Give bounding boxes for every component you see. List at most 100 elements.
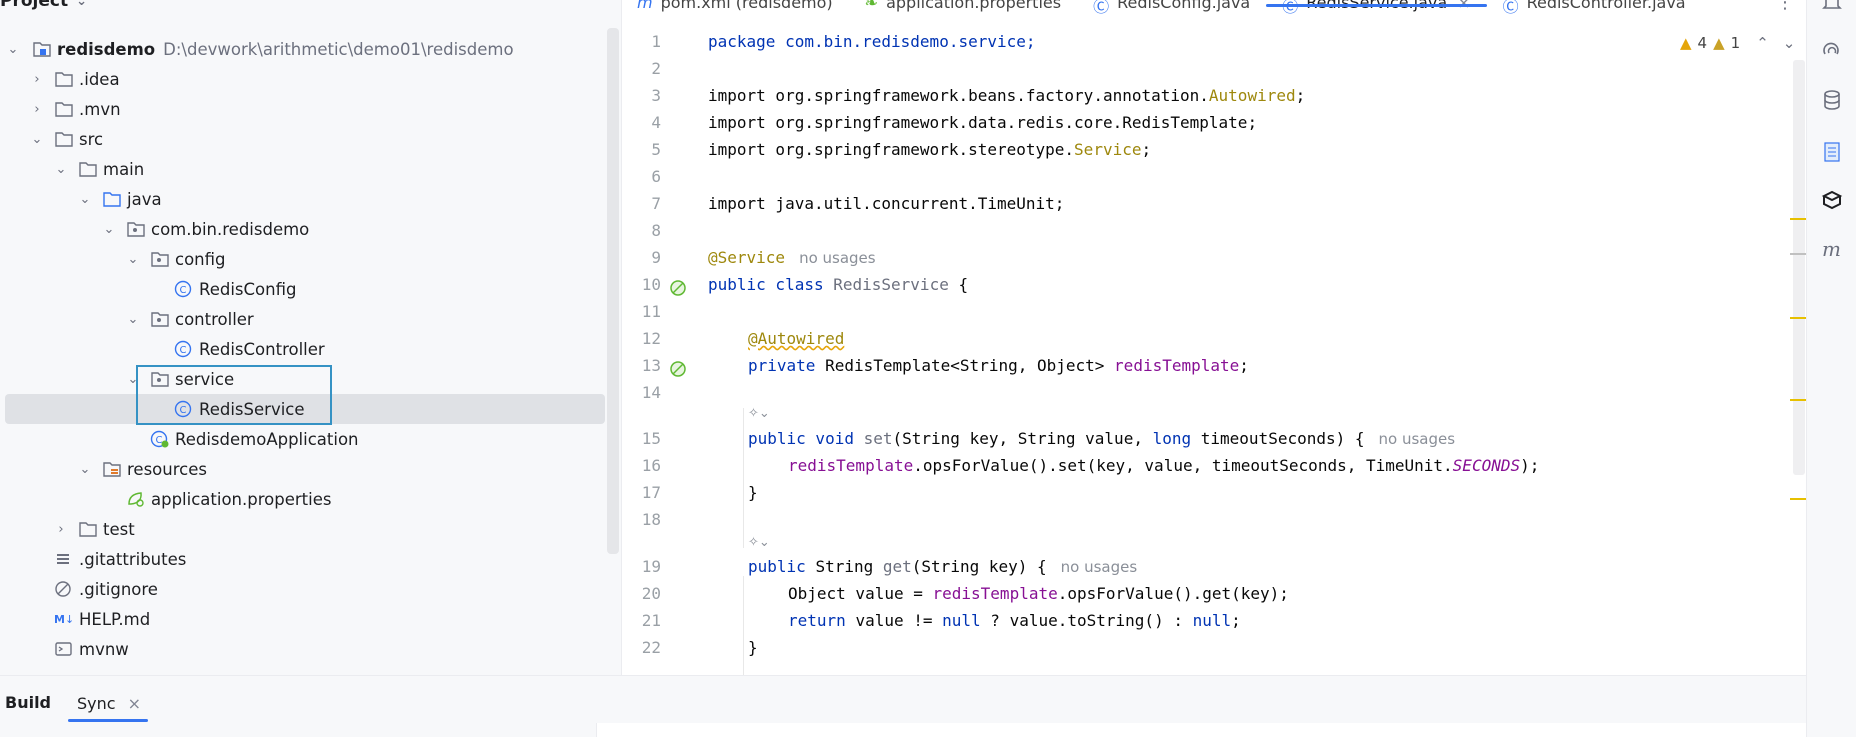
tab-redisservice[interactable]: Ⓒ RedisService.java ×: [1266, 0, 1487, 21]
tree-item-package[interactable]: ⌄ com.bin.redisdemo: [0, 214, 606, 244]
warning-marker[interactable]: [1790, 498, 1806, 500]
code-token: }: [748, 638, 758, 657]
svg-text:m: m: [1822, 238, 1841, 261]
plugin-icon[interactable]: [1820, 188, 1844, 212]
editor-gutter: 1 2 3 4 5 6 7 8 9 10 11 12 13 14 15 16 1…: [623, 28, 705, 675]
project-scrollbar[interactable]: [607, 28, 619, 554]
tree-item-config[interactable]: ⌄ config: [0, 244, 606, 274]
tree-item-controller[interactable]: ⌄ controller: [0, 304, 606, 334]
code-line-13: private RedisTemplate<String, Object> re…: [748, 356, 1249, 375]
more-tabs-icon[interactable]: ⋮: [1776, 0, 1794, 13]
usage-hint[interactable]: no usages: [799, 249, 876, 267]
line-number: 20: [641, 584, 661, 603]
warning-marker[interactable]: [1790, 218, 1806, 220]
usage-hint[interactable]: no usages: [1379, 430, 1456, 448]
folder-icon: [54, 130, 74, 148]
weak-warning-icon: ▲: [1713, 34, 1725, 52]
folder-icon: [54, 100, 74, 118]
chevron-down-icon[interactable]: ⌄: [102, 222, 116, 237]
info-marker[interactable]: [1790, 253, 1806, 255]
tree-item-idea[interactable]: › .idea: [0, 64, 606, 94]
database-icon[interactable]: [1820, 88, 1844, 112]
code-line-3: import org.springframework.beans.factory…: [708, 86, 1306, 105]
tree-item-gitattributes[interactable]: .gitattributes: [0, 544, 606, 574]
chevron-down-icon[interactable]: ⌄: [126, 252, 140, 267]
right-tool-strip: m: [1806, 0, 1856, 737]
chevron-down-icon[interactable]: ⌄: [6, 42, 20, 57]
tree-item-resources[interactable]: ⌄ resources: [0, 454, 606, 484]
code-line-21: return value != null ? value.toString() …: [788, 611, 1241, 630]
tree-item-label: RedisdemoApplication: [175, 429, 359, 449]
chevron-right-icon[interactable]: ›: [54, 522, 68, 537]
tree-item-label: application.properties: [151, 489, 332, 509]
line-number: 3: [651, 86, 661, 105]
code-token: @Service: [708, 248, 786, 267]
line-number: 22: [641, 638, 661, 657]
tree-item-redisdemoapplication[interactable]: C RedisdemoApplication: [0, 424, 606, 454]
tree-item-test[interactable]: › test: [0, 514, 606, 544]
ai-assistant-icon[interactable]: [1820, 38, 1844, 62]
usage-hint[interactable]: no usages: [1061, 558, 1138, 576]
tab-rediscontroller[interactable]: Ⓒ RedisController.java: [1487, 0, 1702, 21]
tab-redisconfig[interactable]: Ⓒ RedisConfig.java: [1077, 0, 1266, 21]
tree-item-label: RedisController: [199, 339, 325, 359]
code-token: set: [863, 429, 893, 448]
chevron-down-icon[interactable]: ⌄: [54, 162, 68, 177]
chevron-down-icon[interactable]: ⌄: [78, 192, 92, 207]
weak-warning-count: 1: [1730, 34, 1741, 52]
spring-bean-icon[interactable]: [668, 359, 688, 379]
tree-item-rediscontroller[interactable]: C RedisController: [0, 334, 606, 364]
tree-item-redisconfig[interactable]: C RedisConfig: [0, 274, 606, 304]
code-token: import java.util.concurrent.TimeUnit;: [708, 194, 1065, 213]
close-icon[interactable]: ×: [128, 694, 141, 713]
spring-bean-icon[interactable]: [668, 278, 688, 298]
tree-item-gitignore[interactable]: .gitignore: [0, 574, 606, 604]
project-view-selector[interactable]: Project ⌄: [0, 0, 87, 14]
document-icon[interactable]: [1820, 140, 1844, 164]
package-icon: [126, 220, 146, 238]
build-output-area: [596, 723, 1806, 737]
tree-item-mvnw[interactable]: mvnw: [0, 634, 606, 664]
chevron-down-icon[interactable]: ⌄: [78, 462, 92, 477]
ignore-file-icon: [54, 580, 74, 598]
code-token: redisTemplate: [932, 584, 1058, 603]
ai-lens-icon[interactable]: ✧⌄: [748, 406, 770, 421]
tree-item-redisdemo[interactable]: ⌄ redisdemo D:\devwork\arithmetic\demo01…: [0, 34, 606, 64]
class-icon: C: [174, 280, 194, 298]
warning-marker[interactable]: [1790, 317, 1806, 319]
tree-item-java[interactable]: ⌄ java: [0, 184, 606, 214]
tree-item-src[interactable]: ⌄ src: [0, 124, 606, 154]
maven-icon: m: [637, 0, 653, 12]
maven-icon[interactable]: m: [1820, 237, 1844, 262]
tab-application-properties[interactable]: ❧ application.properties: [849, 0, 1077, 21]
close-icon[interactable]: ×: [1457, 0, 1470, 12]
resources-folder-icon: [102, 460, 122, 478]
warning-marker[interactable]: [1790, 399, 1806, 401]
editor-scrollbar[interactable]: [1793, 60, 1805, 475]
code-token: Object value =: [788, 584, 933, 603]
build-title[interactable]: Build: [5, 693, 51, 712]
chevron-down-icon[interactable]: ⌄: [1783, 34, 1796, 52]
ai-lens-icon[interactable]: ✧⌄: [748, 535, 770, 550]
chevron-right-icon[interactable]: ›: [30, 72, 44, 87]
chevron-down-icon[interactable]: ⌄: [30, 132, 44, 147]
line-number: 14: [641, 383, 661, 402]
tab-pom-xml[interactable]: m pom.xml (redisdemo): [623, 0, 849, 21]
code-editor[interactable]: 1 2 3 4 5 6 7 8 9 10 11 12 13 14 15 16 1…: [623, 28, 1806, 675]
tree-item-mvn[interactable]: › .mvn: [0, 94, 606, 124]
code-token: RedisService: [833, 275, 949, 294]
line-number: 1: [651, 32, 661, 51]
tree-item-application-properties[interactable]: application.properties: [0, 484, 606, 514]
tab-sync[interactable]: Sync ×: [60, 684, 148, 722]
chevron-right-icon[interactable]: ›: [30, 102, 44, 117]
tree-item-help-md[interactable]: M ↓ HELP.md: [0, 604, 606, 634]
notifications-icon[interactable]: [1820, 0, 1844, 14]
project-panel: Project ⌄ ⌄ redisdemo D:\devwork\arithme…: [0, 0, 622, 675]
chevron-down-icon[interactable]: ⌄: [126, 312, 140, 327]
line-number: 15: [641, 429, 661, 448]
build-tool-window: Build Sync ×: [0, 675, 1806, 737]
project-title: Project: [0, 0, 69, 11]
chevron-up-icon[interactable]: ⌃: [1756, 34, 1769, 52]
tree-item-main[interactable]: ⌄ main: [0, 154, 606, 184]
inspections-widget[interactable]: ▲ 4 ▲ 1 ⌃ ⌄: [1680, 34, 1795, 52]
